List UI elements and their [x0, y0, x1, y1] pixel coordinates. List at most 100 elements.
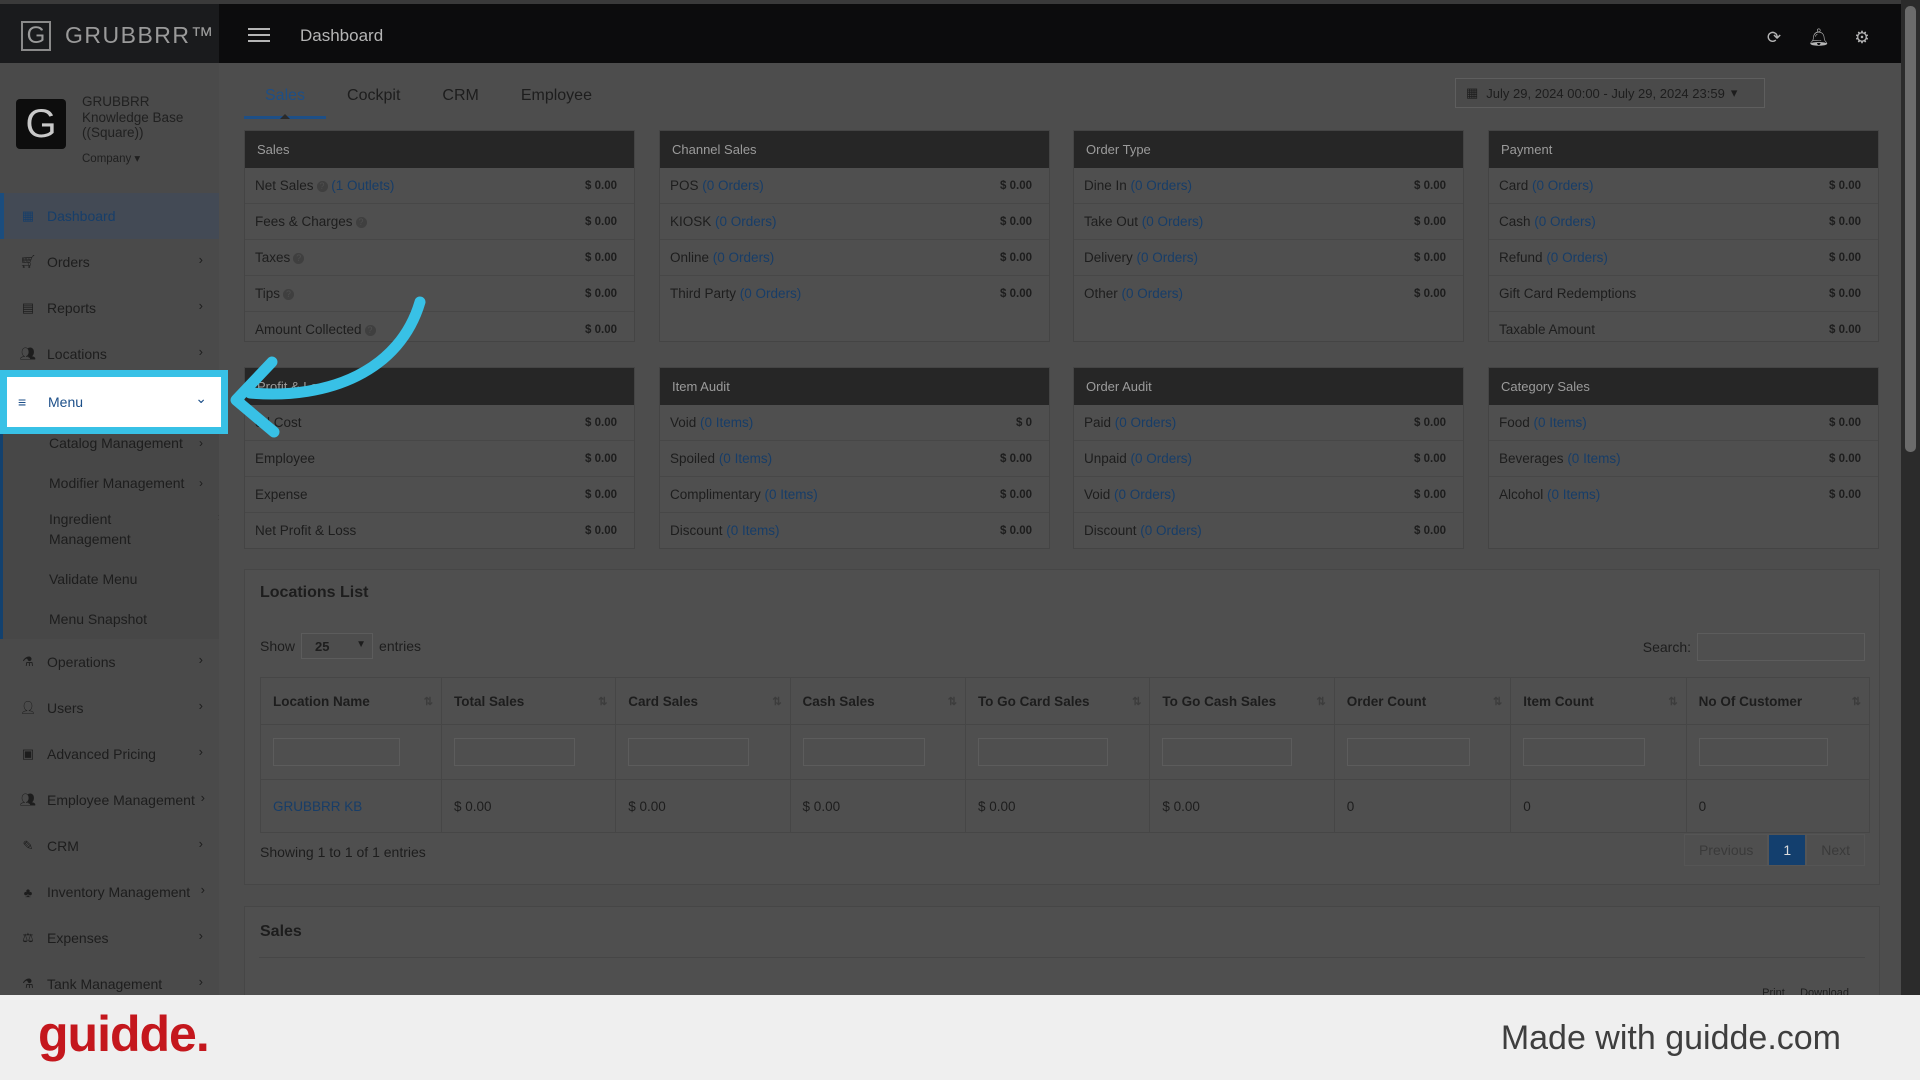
table-search: Search: — [1643, 633, 1865, 661]
sidebar-item-operations[interactable]: ⚗ Operations › — [0, 639, 219, 685]
row-count-link[interactable]: (0 Orders) — [713, 250, 775, 265]
row-count-link[interactable]: (0 Orders) — [1137, 250, 1199, 265]
sidebar-item-tank-management[interactable]: ⚗ Tank Management › — [0, 961, 219, 995]
row-value: $ 0.00 — [1414, 452, 1446, 465]
column-filter-input[interactable] — [1346, 738, 1470, 766]
column-header[interactable]: To Go Cash Sales ⇅ — [1149, 677, 1335, 725]
row-count-link[interactable]: (0 Items) — [1567, 451, 1620, 466]
row-value: $ 0.00 — [1414, 251, 1446, 264]
order-type-card: Order Type Dine In (0 Orders) $ 0.00 Take O… — [1073, 130, 1464, 342]
row-count-link[interactable]: (0 Items) — [765, 487, 818, 502]
table-cell[interactable]: GRUBBRR KB — [259, 779, 443, 833]
entries-select[interactable]: 25 ▼ — [301, 633, 374, 659]
card-row: Paid (0 Orders) $ 0.00 — [1074, 405, 1463, 440]
row-count-link[interactable]: (0 Items) — [726, 523, 779, 538]
date-range-value: July 29, 2024 00:00 - July 29, 2024 23:5… — [1486, 85, 1725, 101]
row-label: Dine In — [1084, 178, 1127, 193]
sidebar-item-crm[interactable]: ✎ CRM › — [0, 823, 219, 869]
row-label-group: Other (0 Orders) — [1084, 286, 1183, 301]
row-count-link[interactable]: (0 Orders) — [1532, 178, 1594, 193]
row-count-link[interactable]: (0 Orders) — [1131, 451, 1193, 466]
table-cell: $ 0.00 — [1149, 779, 1335, 833]
row-label-group: Void (0 Items) — [670, 415, 753, 430]
sort-icon[interactable]: ⇅ — [1317, 695, 1326, 708]
current-page-button[interactable]: 1 — [1768, 834, 1807, 866]
card-row: Net Profit & Loss $ 0.00 — [245, 512, 634, 548]
row-count-link[interactable]: (0 Orders) — [1114, 487, 1176, 502]
column-header[interactable]: Order Count ⇅ — [1333, 677, 1512, 725]
sort-icon[interactable]: ⇅ — [772, 695, 781, 708]
print-link[interactable]: Print — [1762, 987, 1785, 995]
next-page-button[interactable]: Next — [1806, 834, 1865, 866]
submenu-item-modifier-management[interactable]: Modifier Management › — [3, 463, 219, 503]
sort-icon[interactable]: ⇅ — [1132, 695, 1141, 708]
gear-icon[interactable]: ⚙ — [1852, 28, 1872, 48]
chevron-right-icon: › — [199, 476, 203, 490]
row-count-link[interactable]: (0 Items) — [700, 415, 753, 430]
row-label: Delivery — [1084, 250, 1133, 265]
row-count-link[interactable]: (0 Orders) — [1546, 250, 1608, 265]
column-header[interactable]: To Go Card Sales ⇅ — [964, 677, 1151, 725]
wrench-icon: ✎ — [22, 838, 34, 853]
column-filter-input[interactable] — [628, 738, 750, 766]
tab-employee[interactable]: Employee — [500, 77, 613, 119]
refresh-icon[interactable]: ⟳ — [1764, 28, 1784, 48]
sidebar-item-advanced-pricing[interactable]: ▣ Advanced Pricing › — [0, 731, 219, 777]
submenu-item-validate-menu[interactable]: Validate Menu — [3, 559, 219, 599]
column-filter-input[interactable] — [273, 738, 400, 766]
chevron-right-icon: › — [198, 974, 203, 989]
row-value: $ 0.00 — [1829, 287, 1861, 300]
bell-icon[interactable]: 🔔︎ — [1808, 28, 1830, 48]
column-header[interactable]: Cash Sales ⇅ — [789, 677, 966, 725]
row-count-link[interactable]: (0 Orders) — [1534, 214, 1596, 229]
column-header[interactable]: Card Sales ⇅ — [615, 677, 791, 725]
sidebar-item-inventory-management[interactable]: ♣ Inventory Management › — [0, 869, 219, 915]
submenu-item-menu-snapshot[interactable]: Menu Snapshot — [3, 599, 219, 639]
sidebar-item-users[interactable]: 👤︎ Users › — [0, 685, 219, 731]
row-value: $ 0.00 — [1414, 179, 1446, 192]
sort-icon[interactable]: ⇅ — [598, 695, 607, 708]
sort-icon[interactable]: ⇅ — [948, 695, 957, 708]
date-range-picker[interactable]: ▦ July 29, 2024 00:00 - July 29, 2024 23… — [1455, 78, 1765, 108]
sort-icon[interactable]: ⇅ — [1493, 695, 1502, 708]
row-value: $ 0.00 — [1000, 524, 1032, 537]
scrollbar[interactable] — [1901, 0, 1920, 995]
sort-icon[interactable]: ⇅ — [424, 695, 433, 708]
row-count-link[interactable]: (0 Orders) — [1115, 415, 1177, 430]
column-filter-input[interactable] — [1698, 738, 1828, 766]
row-count-link[interactable]: (0 Orders) — [702, 178, 764, 193]
row-count-link[interactable]: (0 Orders) — [1142, 214, 1204, 229]
row-count-link[interactable]: (0 Orders) — [1122, 286, 1184, 301]
row-count-link[interactable]: (0 Items) — [1547, 487, 1600, 502]
row-count-link[interactable]: (0 Orders) — [1131, 178, 1193, 193]
column-filter-input[interactable] — [1162, 738, 1293, 766]
row-count-link[interactable]: (0 Orders) — [715, 214, 777, 229]
sidebar-item-employee-management[interactable]: 👥︎ Employee Management › — [0, 777, 219, 823]
row-count-link[interactable]: (0 Orders) — [740, 286, 802, 301]
row-count-link[interactable]: (0 Items) — [1534, 415, 1587, 430]
column-header[interactable]: Location Name ⇅ — [259, 677, 443, 725]
card-row: Taxable Amount $ 0.00 — [1489, 311, 1878, 347]
main-content: Sales Cockpit CRM Employee ▦ July 29, 20… — [219, 63, 1901, 995]
row-count-link[interactable]: (0 Orders) — [1140, 523, 1202, 538]
card-row: Food (0 Items) $ 0.00 — [1489, 405, 1878, 440]
column-filter-input[interactable] — [977, 738, 1108, 766]
column-filter-input[interactable] — [454, 738, 576, 766]
sort-icon[interactable]: ⇅ — [1668, 695, 1677, 708]
search-input[interactable] — [1697, 633, 1865, 661]
column-header[interactable]: No Of Customer ⇅ — [1685, 677, 1871, 725]
row-count-link[interactable]: (0 Items) — [719, 451, 772, 466]
column-filter-input[interactable] — [1523, 738, 1646, 766]
scrollbar-thumb[interactable] — [1905, 6, 1916, 452]
column-header[interactable]: Item Count ⇅ — [1510, 677, 1687, 725]
submenu-item-ingredient-management[interactable]: Ingredient Management › — [3, 503, 219, 559]
column-filter-input[interactable] — [802, 738, 925, 766]
previous-page-button[interactable]: Previous — [1683, 834, 1769, 866]
column-header[interactable]: Total Sales ⇅ — [441, 677, 617, 725]
row-label-group: POS (0 Orders) — [670, 178, 764, 193]
sort-icon[interactable]: ⇅ — [1852, 695, 1861, 708]
sidebar-item-expenses[interactable]: ⚖ Expenses › — [0, 915, 219, 961]
guidde-logo: guidde. — [38, 1006, 210, 1062]
download-link[interactable]: Download — [1800, 987, 1849, 995]
card-row: Dine In (0 Orders) $ 0.00 — [1074, 168, 1463, 203]
